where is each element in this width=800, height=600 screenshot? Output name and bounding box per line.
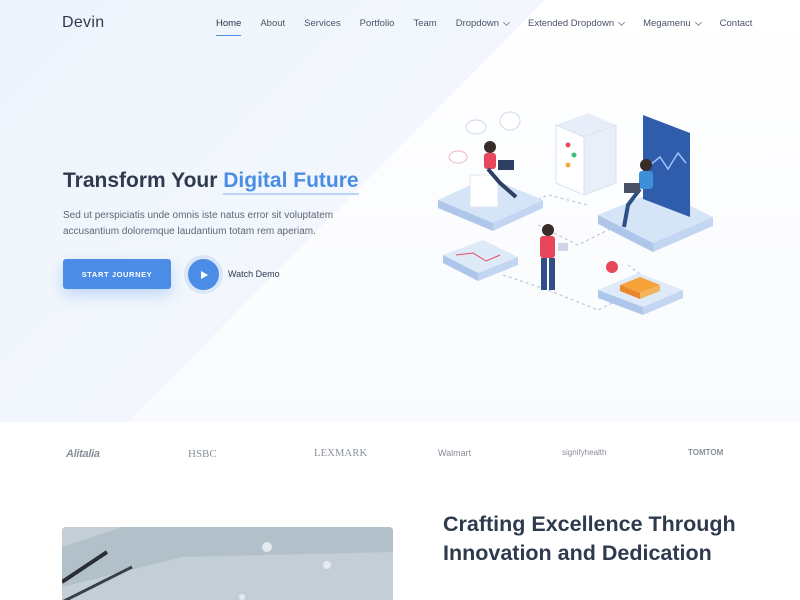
nav-item-portfolio[interactable]: Portfolio bbox=[360, 18, 395, 29]
nav-label: Home bbox=[216, 18, 242, 29]
nav-label: Megamenu bbox=[643, 18, 691, 29]
nav-label: Contact bbox=[719, 18, 753, 29]
brand-logo: HSBC bbox=[188, 448, 217, 460]
platform-left bbox=[438, 174, 543, 231]
brand-logo: TOMTOM bbox=[688, 448, 724, 457]
nav-item-megamenu[interactable]: Megamenu bbox=[643, 18, 702, 29]
start-journey-button[interactable]: START JOURNEY bbox=[63, 259, 171, 289]
nav-item-dropdown[interactable]: Dropdown bbox=[455, 18, 511, 29]
platform-map bbox=[443, 240, 518, 281]
brand-logo: Walmart bbox=[438, 448, 472, 458]
site-logo[interactable]: Devin bbox=[62, 14, 104, 32]
site-header: Devin Home About Services Portfolio Team… bbox=[0, 0, 800, 50]
hero-title-accent: Digital Future bbox=[223, 169, 359, 195]
nav-label: About bbox=[260, 18, 286, 29]
chevron-down-icon bbox=[618, 18, 626, 26]
watch-demo-link[interactable]: Watch Demo bbox=[228, 269, 280, 279]
nav-item-contact[interactable]: Contact bbox=[720, 18, 753, 29]
chevron-down-icon bbox=[502, 18, 511, 26]
nav-item-team[interactable]: Team bbox=[413, 18, 436, 29]
hero-subtitle: Sed ut perspiciatis unde omnis iste natu… bbox=[63, 210, 334, 237]
nav-label: Extended Dropdown bbox=[528, 18, 615, 29]
brand-logos-row: Alitalia HSBC LEXMARK Walmart signifyhea… bbox=[62, 448, 742, 466]
play-icon bbox=[201, 270, 208, 279]
nav-label: Services bbox=[304, 18, 341, 29]
hero-illustration bbox=[438, 111, 713, 315]
nav-label: Dropdown bbox=[455, 18, 500, 29]
nav-label: Portfolio bbox=[359, 18, 395, 29]
nav-item-about[interactable]: About bbox=[260, 18, 285, 29]
about-photo bbox=[62, 527, 393, 600]
platform-box bbox=[598, 273, 683, 315]
hero-title-start: Transform Your bbox=[63, 169, 224, 192]
person-man-standing bbox=[540, 224, 568, 290]
main-nav: Home About Services Portfolio Team Dropd… bbox=[216, 18, 753, 36]
server-rack bbox=[555, 113, 617, 196]
brand-logo: LEXMARK bbox=[314, 448, 368, 459]
chevron-down-icon bbox=[694, 18, 702, 26]
nav-item-home[interactable]: Home bbox=[216, 18, 242, 36]
office-photo-image bbox=[62, 527, 393, 600]
about-title: Crafting Excellence Through Innovation a… bbox=[443, 512, 736, 565]
brand-logo: Alitalia bbox=[66, 448, 100, 460]
play-video-button[interactable] bbox=[188, 259, 219, 290]
nav-item-extended-dropdown[interactable]: Extended Dropdown bbox=[528, 18, 626, 29]
hero-title: Transform Your Digital Future bbox=[63, 169, 359, 195]
nav-label: Team bbox=[413, 18, 437, 29]
nav-item-services[interactable]: Services bbox=[304, 18, 340, 29]
brand-logo: signifyhealth bbox=[562, 448, 607, 457]
